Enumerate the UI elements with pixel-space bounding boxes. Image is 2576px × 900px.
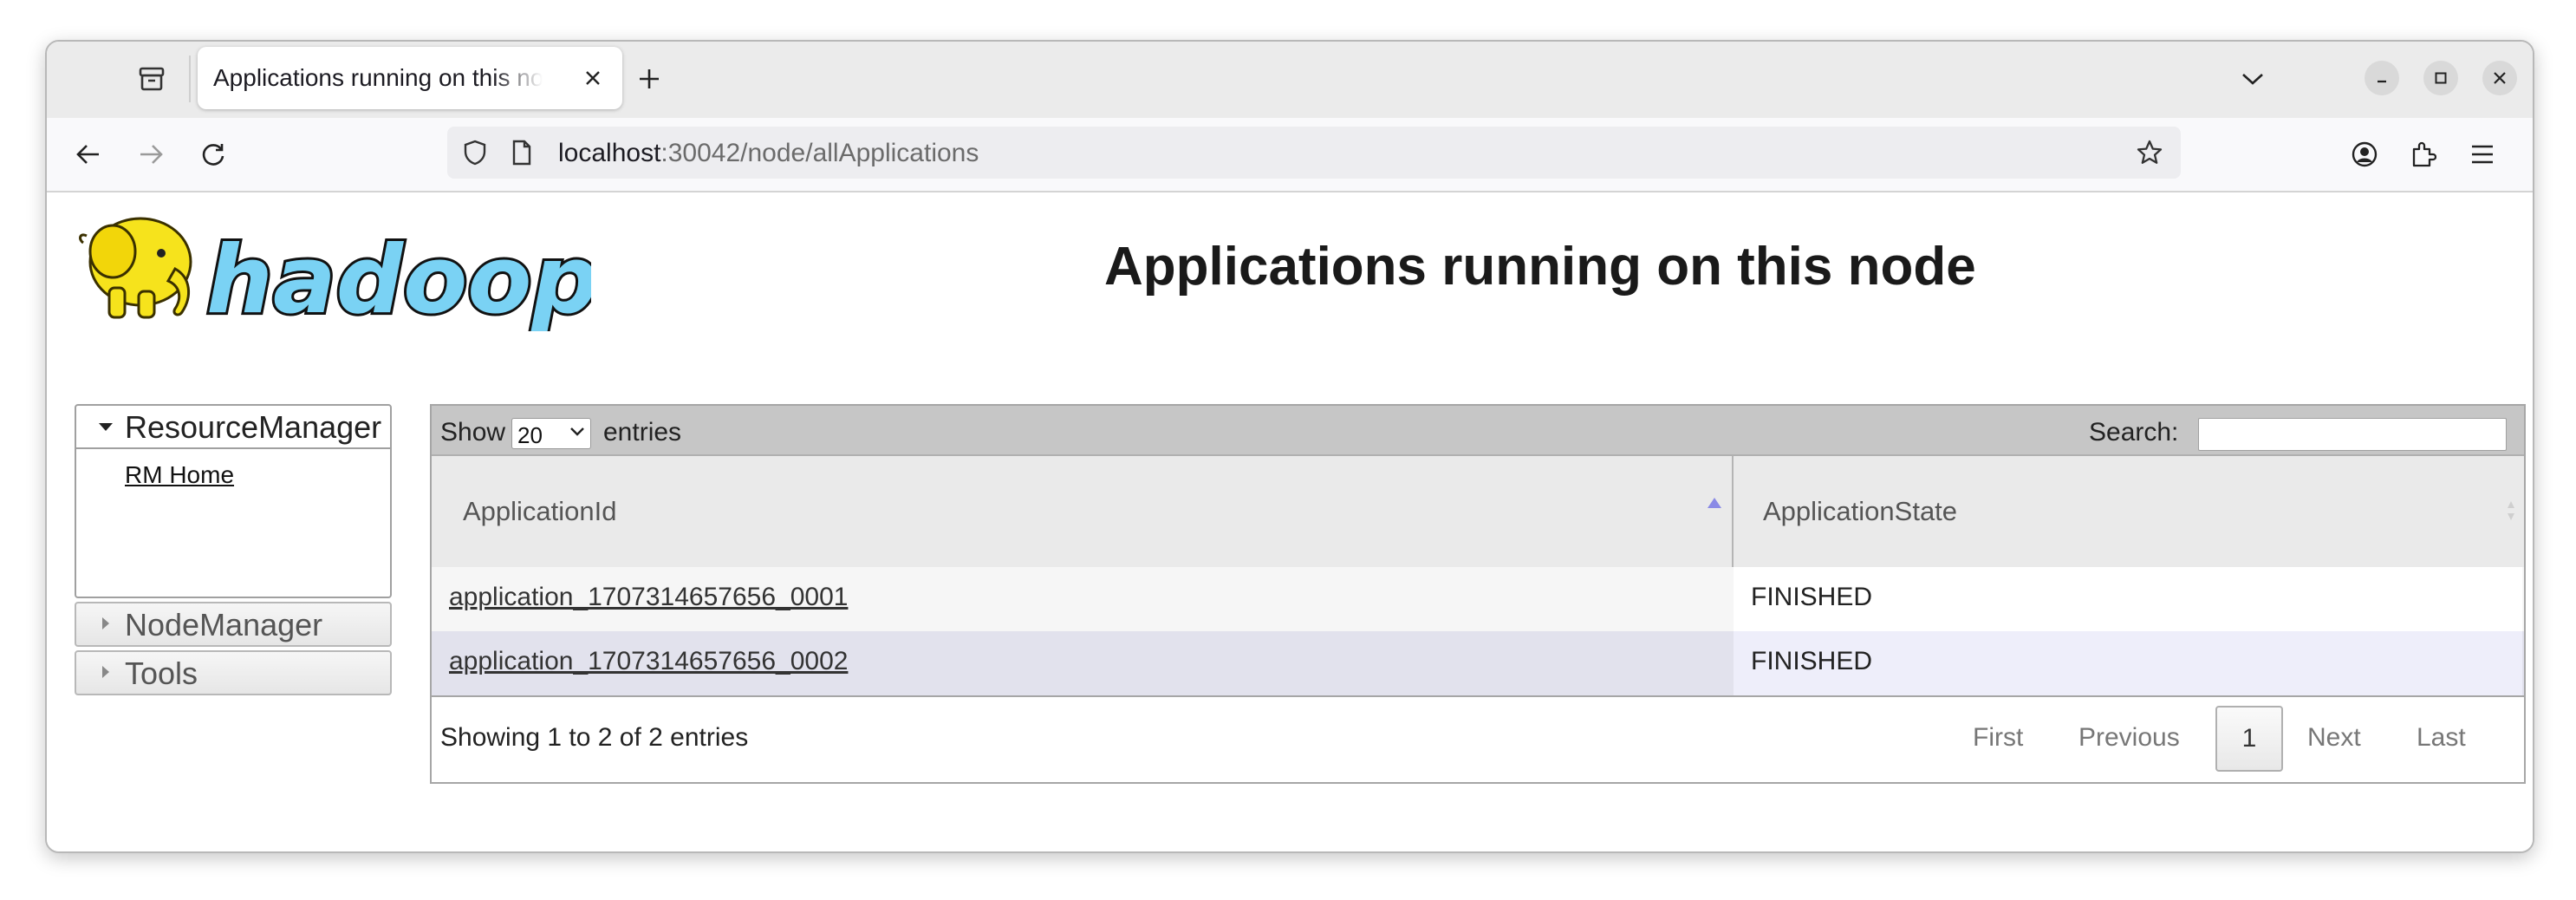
page-size-value: 20 xyxy=(517,422,543,448)
sort-both-icon xyxy=(2507,499,2515,522)
hadoop-logo[interactable]: hadoop xyxy=(71,201,591,331)
table-info: Showing 1 to 2 of 2 entries xyxy=(440,723,749,752)
entries-label: entries xyxy=(603,418,682,447)
minimize-icon[interactable] xyxy=(2365,61,2399,95)
shield-icon[interactable] xyxy=(459,137,491,168)
search-input[interactable] xyxy=(2198,418,2507,451)
nav-tools-label: Tools xyxy=(125,655,198,691)
show-label: Show xyxy=(440,418,506,447)
maximize-icon[interactable] xyxy=(2423,61,2458,95)
table-header: ApplicationId ApplicationState xyxy=(432,454,2524,569)
browser-window: Applications running on this node localh… xyxy=(45,40,2534,853)
logo-wordmark: hadoop xyxy=(206,226,591,331)
url-text[interactable]: localhost:30042/node/allApplications xyxy=(558,139,979,168)
applications-table: Show 20 entries Search: ApplicationId Ap… xyxy=(430,404,2526,784)
triangle-right-icon xyxy=(102,666,110,678)
close-icon[interactable] xyxy=(577,62,608,94)
arrow-right-icon[interactable] xyxy=(130,134,172,175)
nav-nodemanager-label: NodeManager xyxy=(125,607,323,642)
application-state: FINISHED xyxy=(1751,647,1873,675)
page-content: hadoop Applications running on this node… xyxy=(47,192,2533,851)
triangle-down-icon xyxy=(99,423,113,432)
page-size-select[interactable]: 20 xyxy=(511,418,591,449)
chevron-down-icon xyxy=(569,426,585,438)
pagination-previous[interactable]: Previous xyxy=(2078,723,2180,753)
puzzle-icon[interactable] xyxy=(2403,134,2444,175)
nav-section-tools[interactable]: Tools xyxy=(75,650,392,695)
column-header-applicationstate[interactable]: ApplicationState xyxy=(1763,496,1957,527)
application-id-link[interactable]: application_1707314657656_0002 xyxy=(449,647,848,676)
pagination-last[interactable]: Last xyxy=(2417,723,2466,753)
nav-resourcemanager-label: ResourceManager xyxy=(125,409,382,445)
arrow-left-icon[interactable] xyxy=(68,134,109,175)
tab-overview-icon[interactable] xyxy=(132,59,172,99)
triangle-right-icon xyxy=(102,617,110,629)
application-id-link[interactable]: application_1707314657656_0001 xyxy=(449,583,848,612)
tab-active[interactable]: Applications running on this node xyxy=(198,47,622,109)
table-row: application_1707314657656_0002 FINISHED xyxy=(432,631,2524,695)
nav-section-header-resourcemanager[interactable]: ResourceManager xyxy=(76,406,390,449)
pagination-current-page[interactable]: 1 xyxy=(2215,706,2283,772)
plus-icon[interactable] xyxy=(629,59,669,99)
page-title: Applications running on this node xyxy=(1104,237,1976,297)
url-host: localhost xyxy=(558,139,661,167)
reload-icon[interactable] xyxy=(192,134,234,175)
url-path: :30042/node/allApplications xyxy=(660,139,979,167)
nav-section-resourcemanager: ResourceManager RM Home xyxy=(75,404,392,598)
application-state: FINISHED xyxy=(1751,583,1873,611)
table-row: application_1707314657656_0001 FINISHED xyxy=(432,567,2524,631)
table-toolbar: Show 20 entries Search: xyxy=(432,406,2524,454)
column-divider xyxy=(1732,456,1734,567)
nav-link-rm-home[interactable]: RM Home xyxy=(125,461,234,489)
close-window-icon[interactable] xyxy=(2482,61,2517,95)
account-icon[interactable] xyxy=(2344,134,2385,175)
tab-bar: Applications running on this node xyxy=(47,42,2533,118)
table-footer: Showing 1 to 2 of 2 entries First Previo… xyxy=(432,695,2524,782)
tab-title: Applications running on this node xyxy=(213,64,543,91)
url-bar[interactable]: localhost:30042/node/allApplications xyxy=(447,127,2181,179)
pagination-next[interactable]: Next xyxy=(2307,723,2361,753)
navigation-toolbar: localhost:30042/node/allApplications xyxy=(47,118,2533,192)
hamburger-icon[interactable] xyxy=(2462,134,2503,175)
page-icon[interactable] xyxy=(506,137,537,168)
nav-section-nodemanager[interactable]: NodeManager xyxy=(75,602,392,647)
search-label: Search: xyxy=(2089,418,2179,447)
star-icon[interactable] xyxy=(2134,137,2165,168)
column-header-applicationid[interactable]: ApplicationId xyxy=(463,496,617,527)
pagination-first[interactable]: First xyxy=(1973,723,2023,753)
tab-separator xyxy=(189,55,191,102)
chevron-down-icon[interactable] xyxy=(2233,59,2273,99)
sort-ascending-icon xyxy=(1708,498,1721,508)
